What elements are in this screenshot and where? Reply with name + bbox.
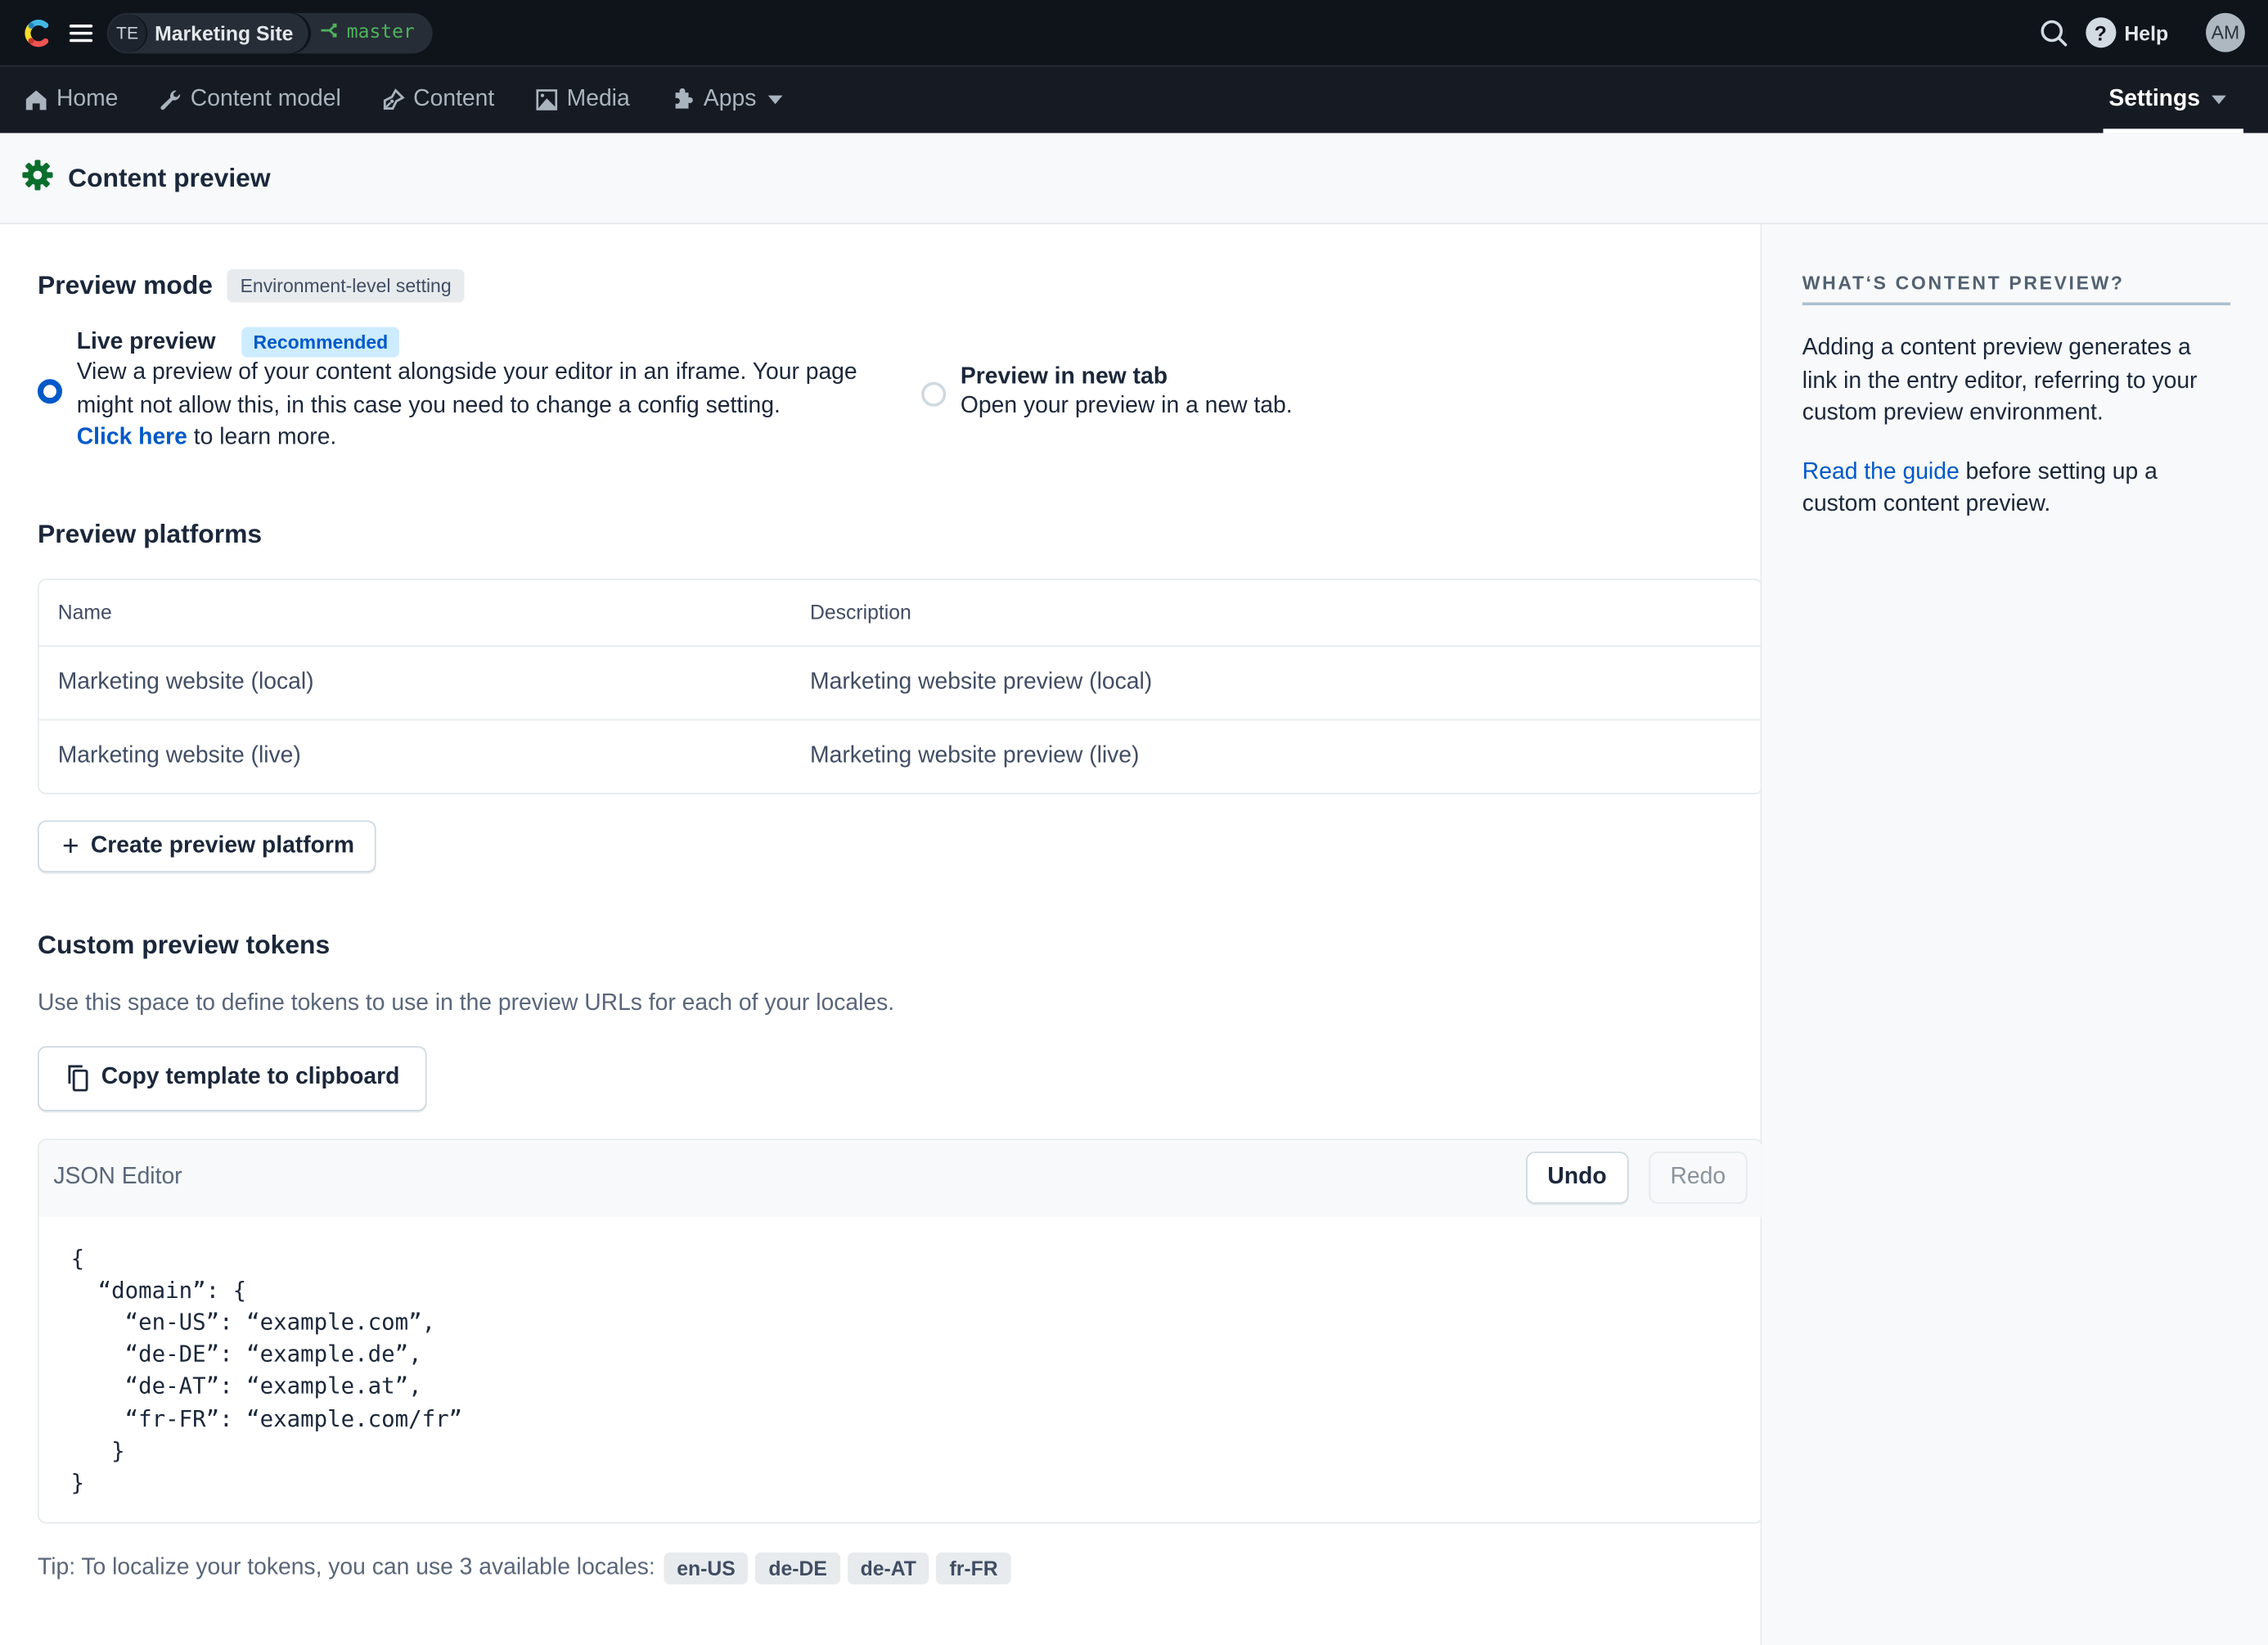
locale-badge: de-AT	[847, 1553, 929, 1585]
platforms-table: Name Description Marketing website (loca…	[37, 578, 1764, 794]
chevron-down-icon	[767, 95, 783, 105]
undo-button[interactable]: Undo	[1525, 1152, 1629, 1204]
copy-template-button[interactable]: Copy template to clipboard	[37, 1045, 427, 1111]
preview-mode-heading: Preview mode	[37, 270, 213, 300]
recommended-badge: Recommended	[241, 327, 400, 358]
page-header: Content preview	[0, 133, 2268, 225]
nav-apps-label: Apps	[703, 87, 757, 112]
help-sidebar: WHAT‘S CONTENT PREVIEW? Adding a content…	[1762, 224, 2268, 1645]
preview-platforms-heading: Preview platforms	[37, 518, 263, 548]
environment-pill[interactable]: master	[293, 12, 433, 53]
preview-mode-options: Live preview Recommended View a preview …	[37, 327, 1761, 455]
branch-icon	[319, 20, 340, 45]
custom-tokens-heading: Custom preview tokens	[37, 929, 331, 959]
wrench-icon	[159, 88, 182, 111]
tip-text: Tip: To localize your tokens, you can us…	[37, 1555, 655, 1580]
new-tab-option[interactable]: Preview in new tab Open your preview in …	[921, 333, 1293, 455]
user-avatar[interactable]: AM	[2206, 12, 2245, 52]
locale-badge: de-DE	[755, 1553, 840, 1585]
contentful-logo-icon[interactable]	[23, 16, 55, 48]
table-row[interactable]: Marketing website (local) Marketing webs…	[38, 646, 1762, 720]
platform-description: Marketing website preview (live)	[810, 742, 1140, 768]
locale-badge: en-US	[664, 1553, 749, 1585]
create-preview-platform-button[interactable]: + Create preview platform	[37, 819, 376, 872]
environment-name: master	[346, 21, 415, 44]
space-environment-switcher[interactable]: TE Marketing Site master	[106, 12, 433, 53]
new-tab-title: Preview in new tab	[960, 364, 1168, 390]
locale-badge: fr-FR	[936, 1553, 1011, 1585]
sidebar-title: WHAT‘S CONTENT PREVIEW?	[1802, 272, 2231, 306]
nav-home-label: Home	[56, 87, 119, 112]
help-button[interactable]: ? Help	[2085, 17, 2169, 48]
new-tab-description: Open your preview in a new tab.	[960, 393, 1293, 418]
table-row[interactable]: Marketing website (live) Marketing websi…	[39, 720, 1762, 792]
search-icon[interactable]	[2039, 18, 2068, 47]
custom-tokens-description: Use this space to define tokens to use i…	[37, 990, 895, 1016]
nav-apps[interactable]: Apps	[670, 66, 783, 133]
copy-icon	[66, 1063, 92, 1092]
space-name: Marketing Site	[155, 20, 294, 44]
new-tab-radio[interactable]	[921, 381, 947, 407]
copy-template-label: Copy template to clipboard	[101, 1065, 400, 1090]
home-icon	[25, 88, 47, 111]
plus-icon: +	[62, 829, 79, 862]
pen-icon	[381, 88, 405, 111]
main-content: Preview mode Environment-level setting L…	[0, 224, 1764, 1645]
live-preview-option[interactable]: Live preview Recommended View a preview …	[37, 327, 889, 455]
redo-button[interactable]: Redo	[1648, 1152, 1748, 1204]
locales-tip: Tip: To localize your tokens, you can us…	[37, 1553, 1761, 1585]
menu-icon[interactable]	[69, 24, 93, 42]
live-preview-title: Live preview	[76, 329, 216, 354]
platform-name: Marketing website (local)	[57, 669, 314, 694]
table-header: Name Description	[38, 579, 1762, 647]
live-preview-description: View a preview of your content alongside…	[76, 360, 857, 418]
json-editor-input[interactable]: { “domain”: { “en-US”: “example.com”, “d…	[39, 1216, 1762, 1522]
help-label: Help	[2124, 20, 2169, 44]
platform-name: Marketing website (live)	[57, 742, 301, 768]
top-bar: TE Marketing Site master ? Help AM	[0, 0, 2268, 67]
learn-more-link[interactable]: Click here	[77, 426, 187, 450]
nav-home[interactable]: Home	[25, 66, 118, 133]
nav-content[interactable]: Content	[381, 66, 494, 133]
main-nav: Home Content model Content Media Apps Se…	[0, 66, 2268, 133]
nav-content-label: Content	[413, 87, 495, 112]
nav-media[interactable]: Media	[535, 66, 630, 133]
space-avatar: TE	[108, 13, 146, 52]
help-icon: ?	[2085, 17, 2116, 48]
column-header-name: Name	[57, 600, 112, 624]
nav-content-model-label: Content model	[190, 87, 341, 112]
json-editor-label: JSON Editor	[53, 1165, 182, 1190]
chevron-down-icon	[2212, 95, 2226, 105]
nav-settings-label: Settings	[2108, 87, 2200, 112]
json-editor: JSON Editor Undo Redo { “domain”: { “en-…	[37, 1138, 1764, 1524]
sidebar-paragraph: Adding a content preview generates a lin…	[1802, 336, 2198, 426]
column-header-description: Description	[810, 600, 911, 624]
read-guide-link[interactable]: Read the guide	[1802, 459, 1960, 484]
nav-content-model[interactable]: Content model	[159, 66, 341, 133]
live-preview-radio[interactable]	[37, 378, 63, 403]
page-title: Content preview	[68, 162, 271, 192]
environment-level-badge: Environment-level setting	[227, 268, 465, 303]
learn-more-suffix: to learn more.	[187, 425, 337, 450]
space-pill[interactable]: TE Marketing Site	[106, 12, 308, 53]
image-icon	[535, 88, 558, 111]
nav-settings[interactable]: Settings	[2103, 66, 2244, 133]
nav-media-label: Media	[566, 87, 630, 112]
puzzle-icon	[670, 88, 695, 111]
platform-description: Marketing website preview (local)	[810, 669, 1153, 694]
gear-icon	[22, 159, 54, 198]
create-preview-platform-label: Create preview platform	[90, 832, 355, 858]
